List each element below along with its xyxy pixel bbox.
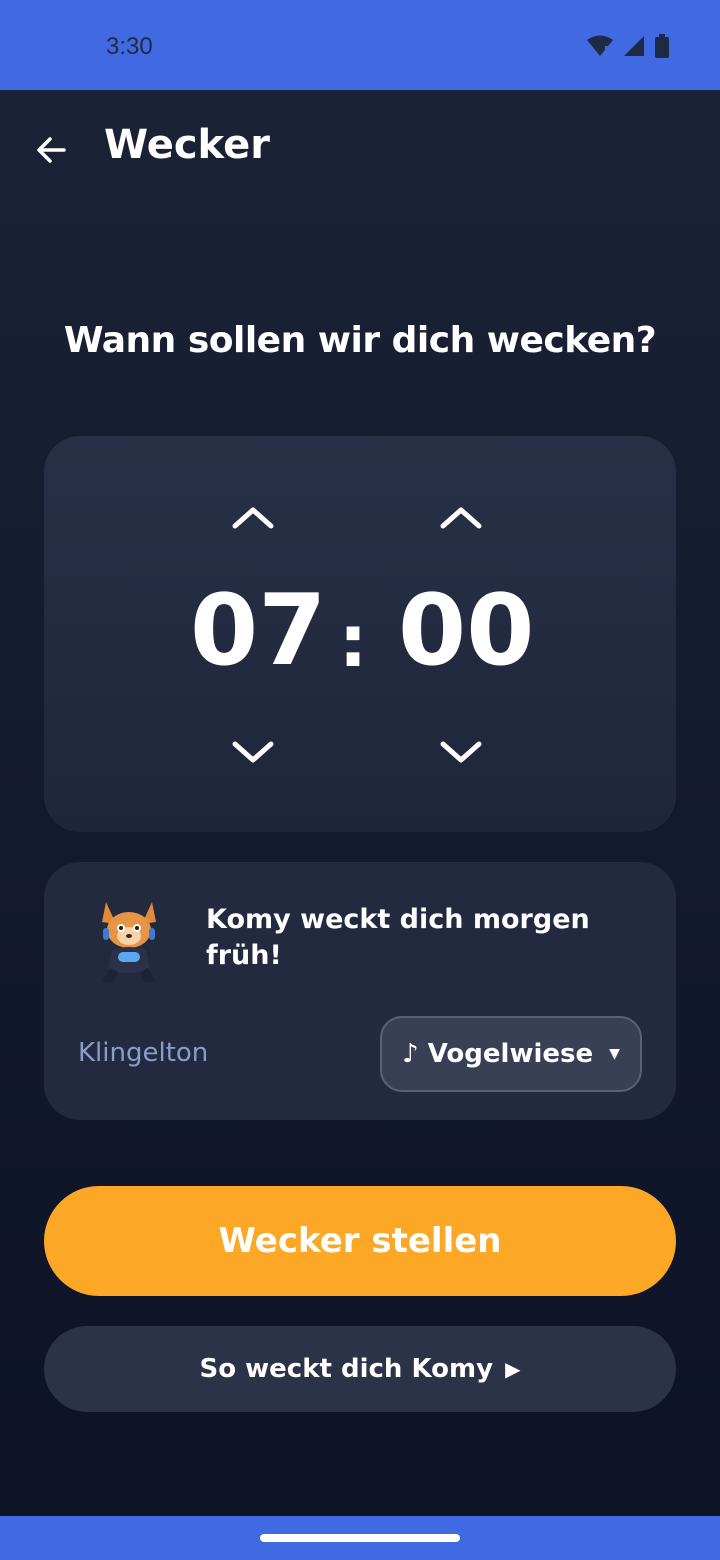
back-button[interactable] bbox=[30, 130, 74, 170]
how-komy-wakes-button[interactable]: So weckt dich Komy ▶ bbox=[44, 1326, 676, 1412]
chevron-up-icon bbox=[232, 507, 274, 529]
crescent-moon-icon bbox=[334, 352, 386, 404]
status-icons bbox=[586, 34, 670, 58]
arrow-left-icon bbox=[37, 137, 66, 163]
mascot-info-card: Komy weckt dich morgen früh! Klingelton … bbox=[44, 862, 676, 1120]
time-picker: 07 : 00 bbox=[44, 436, 676, 832]
minute-up-button[interactable] bbox=[431, 498, 491, 538]
minutes-value: 00 bbox=[398, 574, 535, 688]
how-komy-wakes-label: So weckt dich Komy bbox=[199, 1354, 494, 1384]
time-separator: : bbox=[338, 599, 368, 683]
wifi-icon bbox=[587, 35, 613, 56]
minute-down-button[interactable] bbox=[431, 732, 491, 772]
app-bar: Wecker bbox=[0, 90, 720, 210]
mascot-message: Komy weckt dich morgen früh! bbox=[206, 904, 590, 971]
chevron-up-icon bbox=[440, 507, 482, 529]
status-time: 3:30 bbox=[106, 33, 153, 60]
set-alarm-label: Wecker stellen bbox=[218, 1221, 502, 1261]
chevron-down-icon bbox=[232, 741, 274, 763]
hours-value: 07 bbox=[190, 574, 327, 688]
komy-mascot-avatar bbox=[94, 898, 164, 984]
ringtone-dropdown[interactable]: ♪ Vogelwiese ▼ bbox=[380, 1016, 642, 1092]
set-alarm-button[interactable]: Wecker stellen bbox=[44, 1186, 676, 1296]
hour-down-button[interactable] bbox=[223, 732, 283, 772]
chevron-down-icon bbox=[440, 741, 482, 763]
home-indicator[interactable] bbox=[260, 1534, 460, 1542]
page-title: Wecker bbox=[104, 122, 270, 168]
battery-icon bbox=[655, 34, 669, 58]
signal-icon bbox=[624, 36, 644, 56]
play-icon: ▶ bbox=[505, 1357, 521, 1381]
ringtone-label: Klingelton bbox=[78, 1038, 209, 1068]
ringtone-value: ♪ Vogelwiese bbox=[402, 1039, 594, 1069]
alarm-screen: Wecker Wann sollen wir dich wecken? 07:… bbox=[0, 90, 720, 1516]
hour-up-button[interactable] bbox=[223, 498, 283, 538]
caret-down-icon: ▼ bbox=[609, 1046, 620, 1062]
status-bar: 3:30 bbox=[0, 0, 720, 90]
